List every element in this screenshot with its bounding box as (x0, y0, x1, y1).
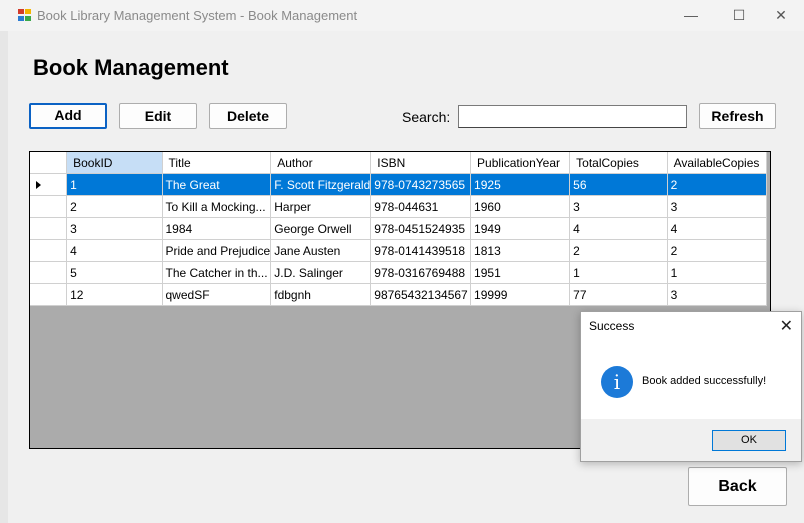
row-header[interactable] (30, 173, 68, 196)
column-header-title[interactable]: Title (162, 152, 272, 174)
edit-button[interactable]: Edit (119, 103, 197, 129)
cell-totalcopies[interactable]: 4 (569, 217, 668, 240)
column-header-totalcopies[interactable]: TotalCopies (569, 152, 668, 174)
cell-author[interactable]: fdbgnh (270, 283, 372, 306)
search-input[interactable] (458, 105, 687, 128)
cell-filler (766, 173, 770, 196)
cell-bookid[interactable]: 4 (66, 239, 163, 262)
row-header[interactable] (30, 217, 68, 240)
table-row[interactable]: 3 1984 George Orwell 978-0451524935 1949… (30, 217, 770, 240)
cell-bookid[interactable]: 1 (66, 173, 163, 196)
title-bar: Book Library Management System - Book Ma… (0, 0, 804, 31)
cell-title[interactable]: 1984 (162, 217, 272, 240)
column-header-availablecopies[interactable]: AvailableCopies (667, 152, 768, 174)
row-header[interactable] (30, 195, 68, 218)
cell-totalcopies[interactable]: 56 (569, 173, 668, 196)
page-title: Book Management (33, 55, 229, 80)
cell-bookid[interactable]: 12 (66, 283, 163, 306)
table-header-row: BookID Title Author ISBN PublicationYear… (30, 152, 770, 174)
cell-title[interactable]: qwedSF (162, 283, 272, 306)
cell-isbn[interactable]: 98765432134567 (370, 283, 472, 306)
cell-bookid[interactable]: 2 (66, 195, 163, 218)
cell-availablecopies[interactable]: 2 (667, 173, 768, 196)
cell-author[interactable]: George Orwell (270, 217, 372, 240)
close-window-button[interactable]: ✕ (758, 0, 804, 31)
dialog-message: Book added successfully! (642, 375, 767, 387)
cell-availablecopies[interactable]: 1 (667, 261, 768, 284)
row-header[interactable] (30, 261, 68, 284)
column-header-isbn[interactable]: ISBN (370, 152, 472, 174)
cell-publicationyear[interactable]: 1951 (470, 261, 571, 284)
column-header-bookid[interactable]: BookID (66, 152, 163, 174)
column-header-author[interactable]: Author (270, 152, 372, 174)
books-table: BookID Title Author ISBN PublicationYear… (30, 152, 770, 306)
table-row[interactable]: 1 The Great F. Scott Fitzgerald 978-0743… (30, 173, 770, 196)
cell-totalcopies[interactable]: 77 (569, 283, 668, 306)
row-header[interactable] (30, 283, 68, 306)
row-header-corner (30, 152, 68, 174)
cell-filler (766, 217, 770, 240)
cell-title[interactable]: To Kill a Mocking... (162, 195, 272, 218)
cell-title[interactable]: Pride and Prejudice (162, 239, 272, 262)
maximize-button[interactable]: ☐ (716, 0, 762, 31)
cell-filler (766, 239, 770, 262)
cell-isbn[interactable]: 978-0743273565 (370, 173, 472, 196)
back-button[interactable]: Back (688, 467, 787, 506)
cell-isbn[interactable]: 978-0316769488 (370, 261, 472, 284)
current-row-arrow-icon (36, 181, 41, 189)
cell-isbn[interactable]: 978-0141439518 (370, 239, 472, 262)
cell-publicationyear[interactable]: 1949 (470, 217, 571, 240)
cell-availablecopies[interactable]: 3 (667, 283, 768, 306)
cell-filler (766, 195, 770, 218)
cell-availablecopies[interactable]: 3 (667, 195, 768, 218)
window-title: Book Library Management System - Book Ma… (37, 8, 358, 23)
app-icon (18, 9, 32, 22)
table-row[interactable]: 4 Pride and Prejudice Jane Austen 978-01… (30, 239, 770, 262)
cell-bookid[interactable]: 5 (66, 261, 163, 284)
cell-author[interactable]: Jane Austen (270, 239, 372, 262)
cell-bookid[interactable]: 3 (66, 217, 163, 240)
dialog-close-icon[interactable]: ✕ (780, 316, 793, 336)
cell-publicationyear[interactable]: 1813 (470, 239, 571, 262)
cell-author[interactable]: F. Scott Fitzgerald (270, 173, 372, 196)
window-edge (0, 31, 8, 523)
cell-totalcopies[interactable]: 1 (569, 261, 668, 284)
cell-title[interactable]: The Catcher in th... (162, 261, 272, 284)
ok-button[interactable]: OK (712, 430, 786, 451)
row-header[interactable] (30, 239, 68, 262)
search-label: Search: (402, 109, 451, 125)
table-row[interactable]: 2 To Kill a Mocking... Harper 978-044631… (30, 195, 770, 218)
cell-filler (766, 261, 770, 284)
delete-button[interactable]: Delete (209, 103, 287, 129)
info-icon: i (601, 366, 633, 398)
cell-filler (766, 283, 770, 306)
cell-totalcopies[interactable]: 2 (569, 239, 668, 262)
cell-isbn[interactable]: 978-0451524935 (370, 217, 472, 240)
add-button[interactable]: Add (29, 103, 107, 129)
dialog-footer: OK (581, 419, 801, 461)
cell-publicationyear[interactable]: 1925 (470, 173, 571, 196)
cell-author[interactable]: Harper (270, 195, 372, 218)
cell-isbn[interactable]: 978-044631 (370, 195, 472, 218)
dialog-title: Success (589, 319, 635, 333)
minimize-button[interactable]: — (668, 0, 714, 31)
cell-title[interactable]: The Great (162, 173, 272, 196)
cell-publicationyear[interactable]: 19999 (470, 283, 571, 306)
column-header-publicationyear[interactable]: PublicationYear (470, 152, 571, 174)
cell-availablecopies[interactable]: 2 (667, 239, 768, 262)
cell-totalcopies[interactable]: 3 (569, 195, 668, 218)
table-row[interactable]: 5 The Catcher in th... J.D. Salinger 978… (30, 261, 770, 284)
cell-availablecopies[interactable]: 4 (667, 217, 768, 240)
success-dialog: Success ✕ i Book added successfully! OK (580, 311, 802, 462)
cell-publicationyear[interactable]: 1960 (470, 195, 571, 218)
cell-author[interactable]: J.D. Salinger (270, 261, 372, 284)
refresh-button[interactable]: Refresh (699, 103, 776, 129)
table-row[interactable]: 12 qwedSF fdbgnh 98765432134567 19999 77… (30, 283, 770, 306)
